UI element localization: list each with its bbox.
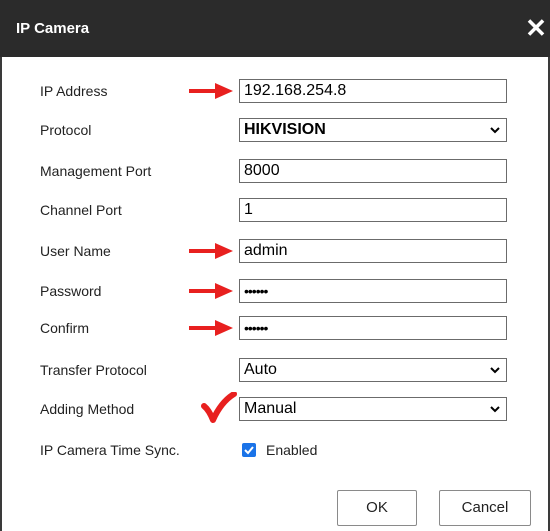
adding-method-label: Adding Method — [40, 401, 135, 417]
red-arrow-icon — [189, 320, 233, 336]
protocol-label: Protocol — [40, 122, 92, 138]
ip-address-label: IP Address — [40, 83, 108, 99]
management-port-input[interactable]: 8000 — [239, 159, 507, 183]
confirm-password-input[interactable]: •••••• — [239, 316, 507, 340]
transfer-protocol-select[interactable]: Auto — [239, 358, 507, 382]
adding-method-value: Manual — [244, 400, 297, 417]
red-arrow-icon — [189, 83, 233, 99]
time-sync-checkbox[interactable] — [242, 443, 256, 457]
management-port-label: Management Port — [40, 163, 152, 179]
time-sync-label: IP Camera Time Sync. — [40, 442, 180, 458]
ip-camera-dialog: IP Camera ✕ IP Address 192.168.254.8 Pro… — [0, 0, 550, 531]
protocol-value: HIKVISION — [244, 121, 326, 138]
dialog-border-left — [0, 57, 2, 531]
password-label: Password — [40, 283, 102, 299]
ok-button[interactable]: OK — [337, 490, 417, 526]
user-name-label: User Name — [40, 243, 111, 259]
transfer-protocol-value: Auto — [244, 361, 277, 378]
transfer-protocol-label: Transfer Protocol — [40, 362, 147, 378]
chevron-down-icon — [490, 367, 500, 374]
ip-address-input[interactable]: 192.168.254.8 — [239, 79, 507, 103]
adding-method-select[interactable]: Manual — [239, 397, 507, 421]
password-input[interactable]: •••••• — [239, 279, 507, 303]
checkmark-icon — [244, 446, 254, 455]
red-arrow-icon — [189, 243, 233, 259]
confirm-label: Confirm — [40, 320, 90, 336]
chevron-down-icon — [490, 406, 500, 413]
dialog-title: IP Camera — [16, 20, 90, 37]
channel-port-input[interactable]: 1 — [239, 198, 507, 222]
time-sync-enabled-label: Enabled — [266, 442, 318, 458]
cancel-button[interactable]: Cancel — [439, 490, 531, 526]
chevron-down-icon — [490, 127, 500, 134]
user-name-input[interactable]: admin — [239, 239, 507, 263]
dialog-titlebar: IP Camera ✕ — [0, 0, 550, 57]
close-icon[interactable]: ✕ — [524, 13, 548, 43]
red-arrow-icon — [189, 283, 233, 299]
protocol-select[interactable]: HIKVISION — [239, 118, 507, 142]
red-checkmark-icon — [201, 392, 237, 423]
channel-port-label: Channel Port — [40, 202, 122, 218]
